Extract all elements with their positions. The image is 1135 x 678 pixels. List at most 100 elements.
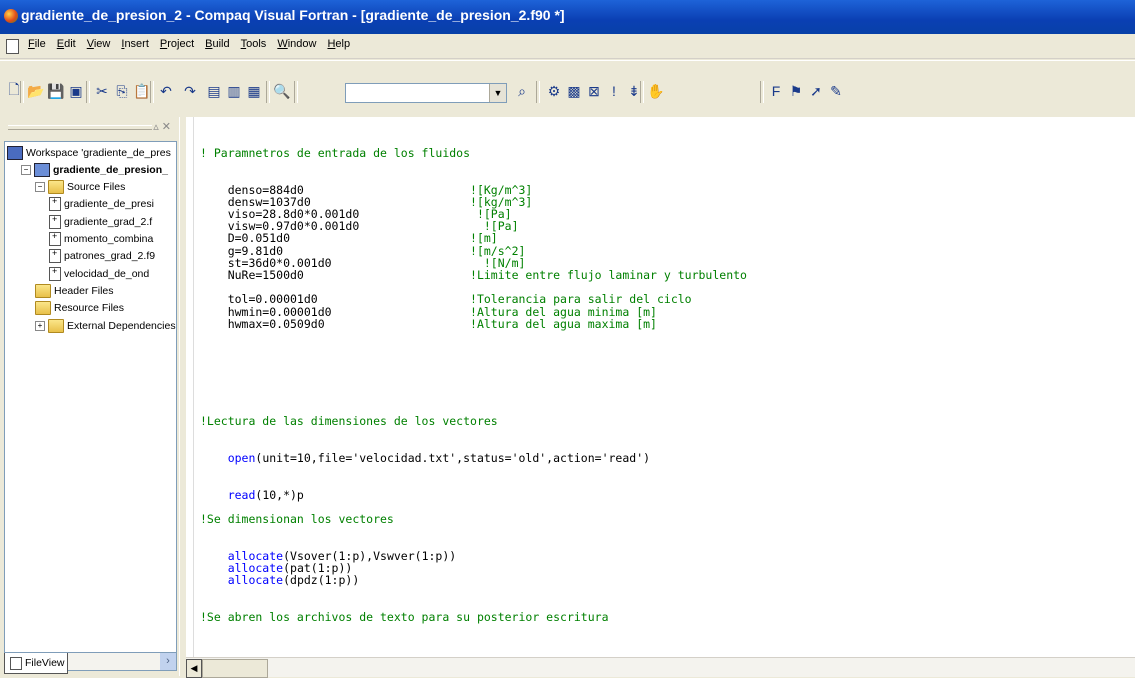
- tree-expander-icon[interactable]: −: [21, 164, 31, 175]
- toolbar-separator: [536, 81, 540, 103]
- workspace-pane-header: ▵ ✕: [0, 117, 179, 139]
- tree-node[interactable]: + External Dependencies: [35, 317, 176, 334]
- compile-icon[interactable]: ⚙: [544, 81, 564, 101]
- workspace-icon[interactable]: ▤: [204, 81, 224, 101]
- window-list-icon[interactable]: ▦: [244, 81, 264, 101]
- code-keyword: open: [200, 451, 256, 465]
- editor-gutter: [186, 117, 194, 657]
- pane-buttons[interactable]: ▵ ✕: [153, 120, 171, 133]
- menu-help[interactable]: Help: [327, 38, 350, 50]
- tree-node[interactable]: patrones_grad_2.f9: [49, 248, 155, 265]
- toolbar-separator: [294, 81, 298, 103]
- insert-breakpoint-icon[interactable]: ✋: [646, 81, 666, 101]
- tree-node[interactable]: gradiente_grad_2.f: [49, 213, 152, 230]
- toolbar-separator: [266, 81, 270, 103]
- stop-build-icon[interactable]: ⊠: [584, 81, 604, 101]
- copy-icon[interactable]: ⎘: [112, 81, 132, 101]
- paste-icon[interactable]: 📋: [132, 81, 152, 101]
- tree-node[interactable]: − Source Files: [35, 179, 125, 196]
- find-combo[interactable]: ▼: [345, 83, 507, 103]
- menu-window[interactable]: Window: [277, 38, 316, 50]
- toolbar: ▼ 🗋 📂 💾 ▣ ✂ ⎘ 📋 ↶ ↷ ▤ ▥ ▦ 🔍 ⌕ ⚙ ▩ ⊠! ⇟ ✋ F ⚑ ➚ ✎: [0, 60, 1135, 118]
- find-icon[interactable]: ⌕: [512, 81, 532, 101]
- tree-expander-icon[interactable]: +: [35, 320, 45, 331]
- menu-tools[interactable]: Tools: [241, 38, 267, 50]
- code-line: hwmax=0.0509d0 !Altura del agua maxima […: [200, 318, 657, 330]
- file-icon: [49, 248, 61, 264]
- code-line: !Se abren los archivos de texto para su …: [200, 611, 609, 623]
- redo-icon[interactable]: ↷: [180, 81, 200, 101]
- tree-node-label: External Dependencies: [67, 319, 176, 332]
- menu-project[interactable]: Project: [160, 38, 194, 50]
- code-comment: ! Paramnetros de entrada de los fluidos: [200, 146, 471, 160]
- tree-node[interactable]: Workspace 'gradiente_de_pres: [7, 144, 171, 161]
- code-line: !Se dimensionan los vectores: [200, 513, 394, 525]
- code-line: allocate(pat(1:p)): [200, 562, 353, 574]
- tree-node-label: momento_combina: [64, 233, 154, 245]
- tree-node[interactable]: − gradiente_de_presion_: [21, 161, 168, 178]
- tree-node-label: gradiente_de_presion_: [53, 163, 168, 176]
- code-editor[interactable]: ! Paramnetros de entrada de los fluidos …: [186, 117, 1135, 657]
- undo-icon[interactable]: ↶: [156, 81, 176, 101]
- code-line: viso=28.8d0*0.001d0 ![Pa]: [200, 208, 512, 220]
- menu-edit[interactable]: Edit: [57, 38, 76, 50]
- workspace-pane: ▵ ✕ Workspace 'gradiente_de_pres − gradien…: [0, 117, 179, 676]
- toolbar-separator: [150, 81, 154, 103]
- menu-bar: File Edit View Insert Project Build Tools Windo…: [0, 34, 1135, 59]
- workspace-tree: Workspace 'gradiente_de_pres − gradiente_d…: [4, 141, 177, 653]
- menu-view[interactable]: View: [87, 38, 111, 50]
- workspace-icon: [7, 145, 23, 160]
- pen-icon[interactable]: ✎: [826, 81, 846, 101]
- tab-fileview-label: FileView: [25, 657, 65, 669]
- f95-icon[interactable]: F: [766, 81, 786, 101]
- tree-expander-icon[interactable]: −: [35, 182, 45, 193]
- editor-hscrollbar[interactable]: ◀: [186, 657, 1135, 678]
- document-icon[interactable]: [6, 39, 19, 54]
- scroll-thumb[interactable]: [202, 659, 268, 678]
- tree-node[interactable]: gradiente_de_presi: [49, 196, 154, 213]
- save-icon[interactable]: 💾: [46, 81, 66, 101]
- save-all-icon[interactable]: ▣: [66, 81, 86, 101]
- menu-build[interactable]: Build: [205, 38, 229, 50]
- code-line: visw=0.97d0*0.001d0 ![Pa]: [200, 220, 519, 232]
- execute-icon[interactable]: !: [604, 81, 624, 101]
- code-line: NuRe=1500d0 !Limite entre flujo laminar …: [200, 269, 747, 281]
- cut-icon[interactable]: ✂: [92, 81, 112, 101]
- tree-node-label: Header Files: [54, 284, 114, 297]
- tree-node-label: Source Files: [67, 181, 126, 194]
- code-line: denso=884d0 ![Kg/m^3]: [200, 184, 533, 196]
- code-comment: !Altura del agua maxima [m]: [470, 316, 657, 331]
- code-line: densw=1037d0 ![kg/m^3]: [200, 196, 533, 208]
- code-comment: !Limite entre flujo laminar y turbulento: [470, 268, 747, 282]
- folder-icon: [48, 180, 64, 195]
- find-in-files-icon[interactable]: 🔍: [272, 81, 292, 101]
- scroll-right-icon[interactable]: ›: [160, 653, 176, 670]
- tree-node-label: velocidad_de_ond: [64, 267, 150, 280]
- code-text: (unit=10,file='velocidad.txt',status='ol…: [255, 451, 651, 465]
- tab-fileview[interactable]: FileView: [4, 653, 68, 674]
- scroll-left-icon[interactable]: ◀: [186, 659, 202, 678]
- code-comment: !Se abren los archivos de texto para su …: [200, 609, 609, 624]
- wizard-icon[interactable]: ⚑: [786, 81, 806, 101]
- code-line: read(10,*)p: [200, 489, 304, 501]
- toolbar-separator: [640, 81, 644, 103]
- tree-node[interactable]: Header Files: [35, 282, 114, 299]
- chevron-down-icon[interactable]: ▼: [489, 84, 506, 102]
- build-icon[interactable]: ▩: [564, 81, 584, 101]
- tree-node[interactable]: Resource Files: [35, 300, 124, 317]
- code-line: open(unit=10,file='velocidad.txt',status…: [200, 452, 650, 464]
- code-line: D=0.051d0 ![m]: [200, 232, 498, 244]
- menu-insert[interactable]: Insert: [121, 38, 149, 50]
- tree-node[interactable]: velocidad_de_ond: [49, 265, 149, 282]
- tree-node[interactable]: momento_combina: [49, 231, 153, 248]
- pane-grip[interactable]: [8, 125, 152, 130]
- file-icon: [49, 214, 61, 229]
- code-text: hwmax=0.0509d0: [200, 316, 471, 331]
- menu-file[interactable]: File: [28, 38, 46, 50]
- folder-icon: [48, 318, 64, 333]
- tree-node-label: gradiente_grad_2.f: [64, 215, 153, 228]
- arrow-icon[interactable]: ➚: [806, 81, 826, 101]
- code-line: hwmin=0.00001d0 !Altura del agua minima …: [200, 306, 657, 318]
- open-icon[interactable]: 📂: [26, 81, 46, 101]
- output-icon[interactable]: ▥: [224, 81, 244, 101]
